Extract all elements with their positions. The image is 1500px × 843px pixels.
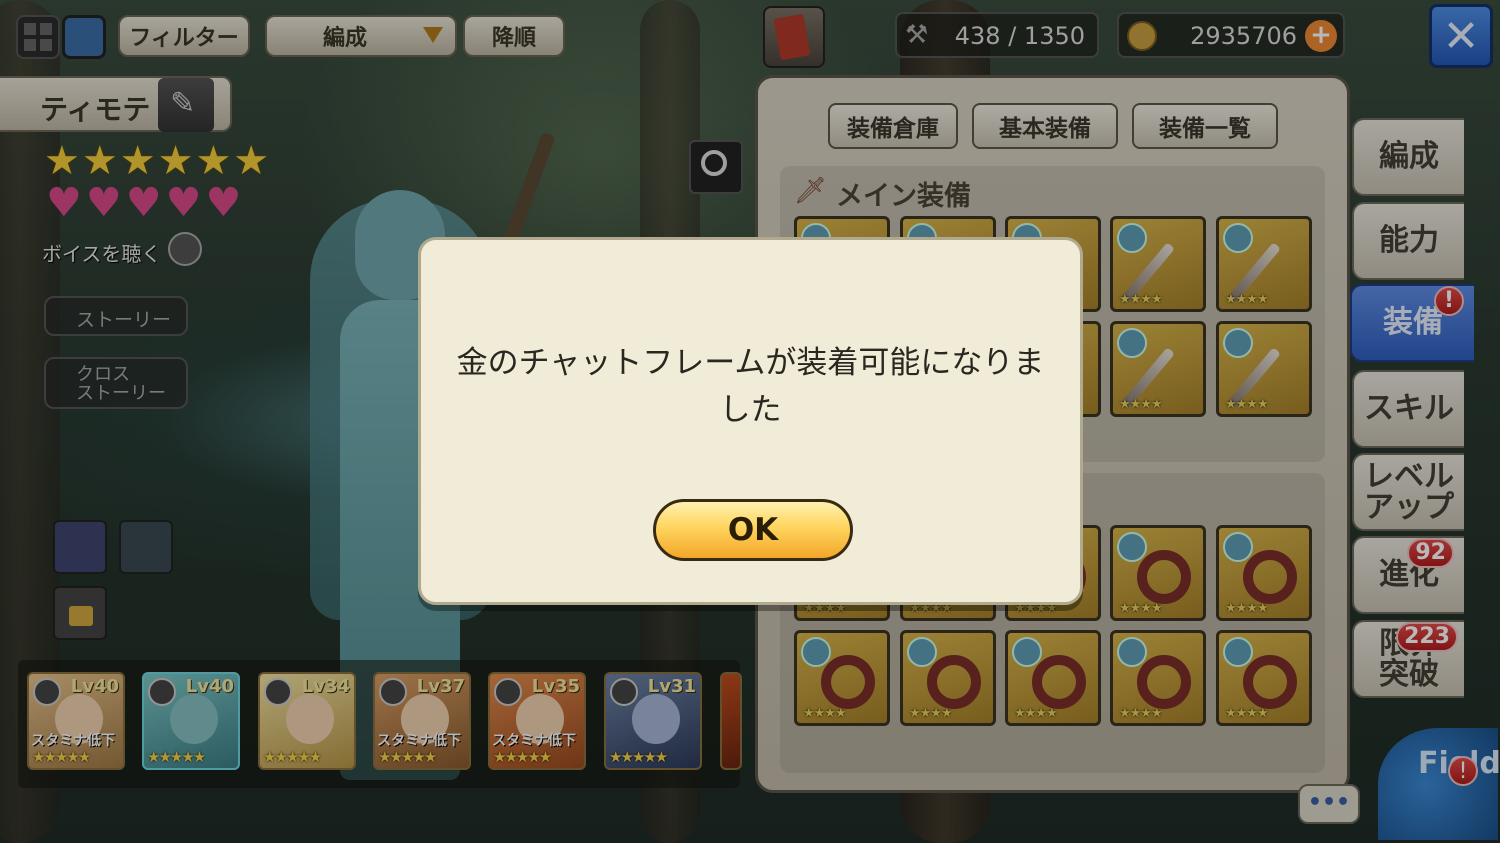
notification-dialog: 金のチャットフレームが装着可能になりました OK — [418, 237, 1083, 605]
ok-button[interactable]: OK — [653, 499, 853, 561]
dialog-message: 金のチャットフレームが装着可能になりました — [456, 345, 1045, 428]
